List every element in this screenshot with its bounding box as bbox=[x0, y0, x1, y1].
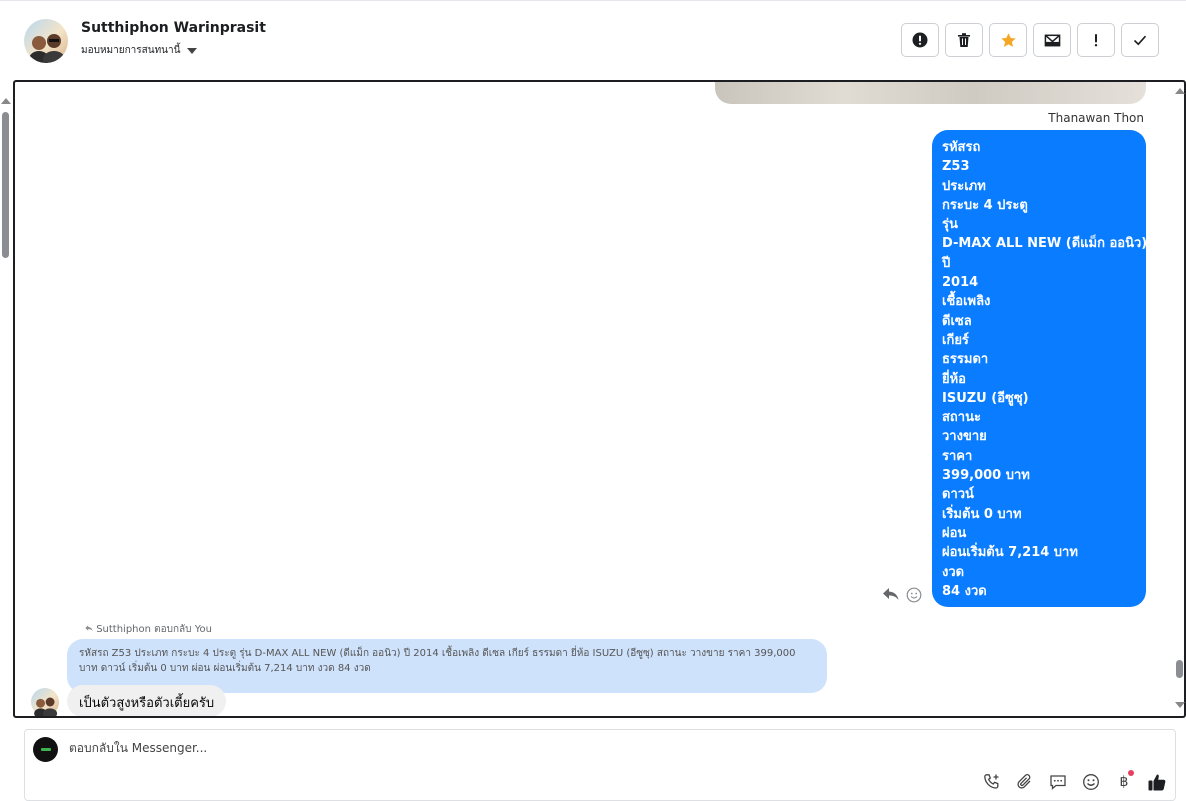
contact-avatar[interactable] bbox=[24, 19, 68, 63]
contact-name: Sutthiphon Warinprasit bbox=[81, 20, 266, 36]
star-icon bbox=[1000, 32, 1016, 47]
outgoing-message-line: ปี bbox=[942, 255, 951, 271]
outgoing-message-line: ดาวน์ bbox=[942, 487, 974, 503]
reaction-smiley-icon[interactable] bbox=[906, 587, 922, 607]
outgoing-message-line: Z53 bbox=[942, 159, 970, 175]
avatar-photo-icon bbox=[34, 697, 58, 716]
outgoing-message-line: D-MAX ALL NEW (ดีแม็ก ออนิว) bbox=[942, 236, 1148, 252]
exclamation-icon bbox=[1094, 34, 1098, 47]
outgoing-message-line: วางขาย bbox=[942, 429, 987, 445]
messenger-inbox: Sutthiphon Warinprasit มอบหมายการสนทนานี… bbox=[0, 0, 1186, 801]
reply-icon[interactable] bbox=[882, 586, 900, 606]
outgoing-message-line: ISUZU (อีซูซุ) bbox=[942, 390, 1029, 406]
assign-conversation-dropdown[interactable]: มอบหมายการสนทนานี้ bbox=[81, 43, 198, 58]
thread-scroll-down-arrow-icon[interactable] bbox=[1175, 702, 1185, 708]
outgoing-message-line: 399,000 บาท bbox=[942, 468, 1030, 484]
outgoing-message-line: ประเภท bbox=[942, 178, 986, 194]
outgoing-message-line: ธรรมดา bbox=[942, 352, 989, 368]
contact-avatar-small[interactable] bbox=[31, 688, 59, 716]
thread-scroll-up-arrow-icon[interactable] bbox=[1175, 88, 1185, 94]
baht-symbol: ฿ bbox=[1119, 774, 1129, 790]
outgoing-message-line: เชื้อเพลิง bbox=[942, 294, 991, 310]
scroll-up-arrow-icon[interactable] bbox=[1, 98, 11, 104]
mark-done-button[interactable] bbox=[1121, 23, 1159, 57]
outgoing-message-line: รุ่น bbox=[942, 217, 958, 233]
message-thread: Thanawan Thon รหัสรถ Z53 ประเภทกระบะ 4 ประ… bbox=[13, 80, 1186, 718]
envelope-icon bbox=[1044, 34, 1060, 46]
notification-dot bbox=[1128, 770, 1134, 776]
reply-tag: Sutthiphon ตอบกลับ You bbox=[85, 622, 212, 637]
checkmark-icon bbox=[1133, 35, 1147, 46]
outgoing-message-line: ยี่ห้อ bbox=[942, 371, 966, 387]
outgoing-message-line: ดีเซล bbox=[942, 313, 972, 329]
avatar-photo-icon bbox=[29, 34, 65, 63]
outgoing-message-line: ราคา bbox=[942, 448, 973, 464]
outgoing-message-bubble[interactable]: รหัสรถ Z53 ประเภทกระบะ 4 ประตูรุ่น D-MAX AL… bbox=[932, 130, 1148, 607]
page-scrollbar[interactable] bbox=[0, 96, 12, 718]
conversation-actions bbox=[901, 23, 1159, 57]
reply-tag-text: Sutthiphon ตอบกลับ You bbox=[96, 624, 212, 635]
thread-scrollbar[interactable] bbox=[1174, 86, 1186, 708]
reply-composer: ฿ bbox=[24, 729, 1176, 801]
follow-up-button[interactable] bbox=[1077, 23, 1115, 57]
composer-tools: ฿ bbox=[982, 770, 1167, 792]
incoming-message-bubble[interactable]: เป็นตัวสูงหรือตัวเตี้ยครับ bbox=[67, 685, 227, 716]
outgoing-message-line: ผ่อนเริ่มต้น 7,214 บาท bbox=[942, 545, 1078, 561]
delete-button[interactable] bbox=[945, 23, 983, 57]
baht-icon[interactable]: ฿ bbox=[1114, 770, 1134, 792]
outgoing-message-line: ผ่อน bbox=[942, 525, 967, 541]
message-input[interactable] bbox=[69, 741, 769, 755]
image-attachment[interactable] bbox=[715, 82, 1146, 104]
smiley-icon[interactable] bbox=[1081, 772, 1101, 792]
outgoing-message-line: เกียร์ bbox=[942, 332, 969, 348]
outgoing-sender-name: Thanawan Thon bbox=[1048, 111, 1144, 125]
chat-bubble-icon[interactable] bbox=[1048, 772, 1068, 792]
outgoing-message-line: กระบะ 4 ประตู bbox=[942, 197, 1028, 213]
alert-circle-icon bbox=[912, 32, 928, 48]
outgoing-message-line: 2014 bbox=[942, 275, 979, 291]
outgoing-message-line: งวด bbox=[942, 564, 965, 580]
star-button[interactable] bbox=[989, 23, 1027, 57]
caret-down-icon bbox=[187, 47, 198, 54]
thumbs-up-icon[interactable] bbox=[1147, 772, 1167, 792]
outgoing-message-line: รหัสรถ bbox=[942, 140, 981, 155]
reply-arrow-icon bbox=[85, 625, 93, 632]
outgoing-message-line: 84 งวด bbox=[942, 583, 987, 599]
thread-scrollbar-thumb[interactable] bbox=[1176, 660, 1183, 678]
paperclip-icon[interactable] bbox=[1015, 772, 1035, 792]
outgoing-message-line: เริ่มต้น 0 บาท bbox=[942, 506, 1022, 522]
trash-icon bbox=[958, 33, 970, 47]
spam-button[interactable] bbox=[901, 23, 939, 57]
page-scrollbar-thumb[interactable] bbox=[2, 112, 9, 258]
outgoing-message-line: สถานะ bbox=[942, 410, 981, 426]
page-avatar bbox=[33, 737, 58, 762]
page-logo-icon bbox=[40, 748, 51, 751]
phone-add-icon[interactable] bbox=[982, 772, 1002, 792]
conversation-header: Sutthiphon Warinprasit มอบหมายการสนทนานี… bbox=[0, 0, 1186, 80]
assign-label: มอบหมายการสนทนานี้ bbox=[81, 45, 181, 56]
mark-unread-button[interactable] bbox=[1033, 23, 1071, 57]
